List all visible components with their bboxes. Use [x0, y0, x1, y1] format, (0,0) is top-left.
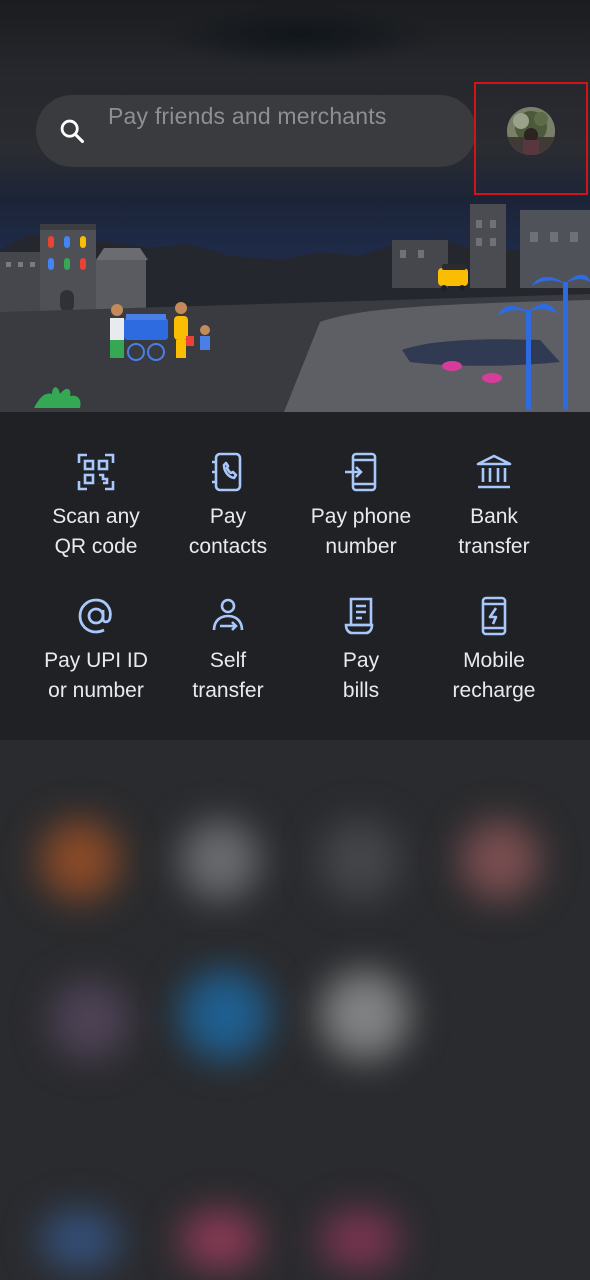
phone-arrow-icon — [345, 452, 377, 492]
blurred-contact-avatar — [180, 820, 260, 900]
pay-contacts-action[interactable]: Pay contacts — [158, 452, 298, 592]
blurred-contact-avatar — [50, 980, 130, 1060]
blurred-contact-avatar — [180, 970, 270, 1060]
blurred-contact-avatar — [180, 1210, 260, 1270]
bank-transfer-action[interactable]: Bank transfer — [424, 452, 564, 592]
pay-phone-label: Pay phone number — [310, 505, 412, 558]
contacts-phone-icon — [212, 452, 242, 492]
bill-icon — [344, 597, 374, 635]
scan-qr-label: Scan any QR code — [52, 505, 140, 558]
bank-icon — [476, 454, 512, 489]
profile-highlight[interactable] — [474, 82, 588, 195]
blurred-content — [0, 740, 590, 1280]
blurred-contact-avatar — [40, 1210, 120, 1270]
self-transfer-label: Self transfer — [192, 649, 264, 702]
bank-transfer-label: Bank transfer — [458, 505, 530, 558]
mobile-recharge-label: Mobile recharge — [452, 649, 536, 702]
self-transfer-action[interactable]: Self transfer — [158, 596, 298, 736]
account-avatar-icon[interactable] — [507, 107, 555, 155]
status-bar-blur — [0, 0, 590, 70]
search-placeholder: Pay friends and merchants — [108, 103, 387, 129]
pay-bills-action[interactable]: Pay bills — [291, 596, 431, 736]
blurred-contact-avatar — [320, 1210, 400, 1270]
mobile-recharge-icon — [481, 596, 507, 636]
pay-upi-label: Pay UPI ID or number — [44, 649, 148, 702]
scan-qr-action[interactable]: Scan any QR code — [26, 452, 166, 592]
pay-bills-label: Pay bills — [342, 649, 380, 702]
quick-actions: Scan any QR code Pay contacts Pay phone num… — [0, 412, 590, 740]
mobile-recharge-action[interactable]: Mobile recharge — [424, 596, 564, 736]
pay-contacts-label: Pay contacts — [188, 505, 268, 558]
blurred-contact-avatar — [320, 970, 410, 1060]
blurred-contact-avatar — [40, 820, 120, 900]
at-symbol-icon — [78, 598, 112, 634]
pay-upi-action[interactable]: Pay UPI ID or number — [26, 596, 166, 736]
blurred-contact-avatar — [320, 820, 400, 900]
search-bar[interactable]: Pay friends and merchants — [36, 95, 476, 167]
search-icon — [60, 119, 85, 144]
self-transfer-icon — [212, 598, 244, 631]
blurred-contact-avatar — [460, 820, 540, 900]
pay-phone-action[interactable]: Pay phone number — [291, 452, 431, 592]
qr-scan-icon — [77, 453, 115, 491]
town-illustration — [0, 204, 590, 412]
header-hero: Pay friends and merchants — [0, 0, 590, 412]
